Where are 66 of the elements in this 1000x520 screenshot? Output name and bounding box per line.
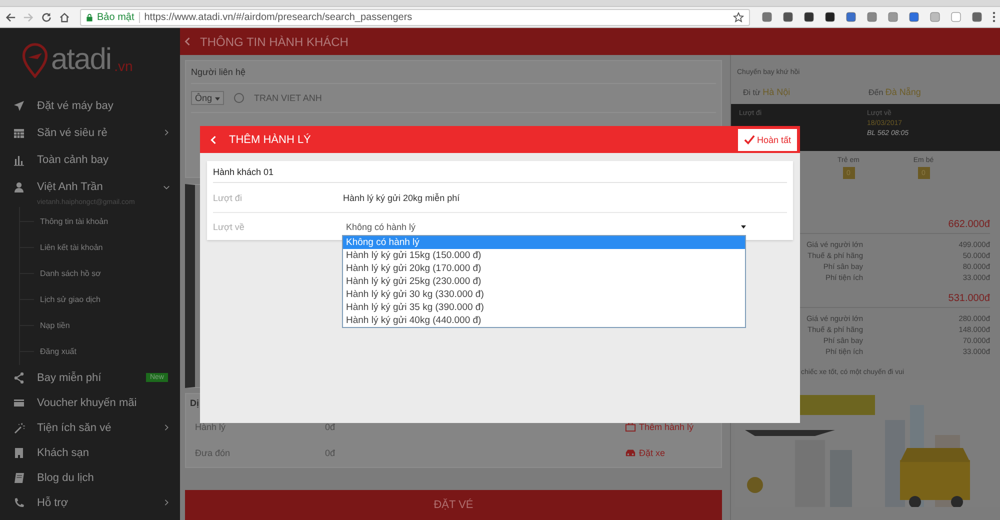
baggage-value: Hành lý ký gửi 20kg miễn phí <box>343 192 460 202</box>
submenu-item[interactable]: Nạp tiền <box>20 312 180 338</box>
page-title: THÔNG TIN HÀNH KHÁCH <box>200 34 348 48</box>
book-icon <box>13 472 25 484</box>
check-icon <box>744 134 755 145</box>
credit-card-icon <box>13 396 25 408</box>
leg-label: Lượt về <box>213 222 246 232</box>
sidebar-item[interactable]: Việt Anh Trần <box>0 176 180 198</box>
home-icon[interactable] <box>59 12 70 23</box>
logo-text: atadi <box>51 43 112 77</box>
sidebar-item[interactable]: Blog du lịch <box>0 465 180 490</box>
dropdown-arrow-icon <box>215 96 220 101</box>
back-chevron-icon[interactable] <box>184 37 191 46</box>
lock-icon <box>86 12 93 22</box>
dropdown-arrow-icon <box>741 224 746 228</box>
submenu-item[interactable]: Đăng xuất <box>20 338 180 364</box>
salutation-select[interactable]: Ông <box>191 91 224 105</box>
sidebar-item[interactable]: Hỗ trợ <box>0 490 180 515</box>
card-title: Người liên hệ <box>191 61 716 84</box>
submenu-item[interactable]: Danh sách hồ sơ <box>20 260 180 286</box>
origin-text: Đi từ Hà Nội <box>743 87 792 97</box>
destination-text: Đến Đà Nẵng <box>868 87 922 97</box>
share-icon <box>13 372 25 384</box>
done-button[interactable]: Hoàn tất <box>738 128 797 150</box>
sidebar-item[interactable]: Săn vé siêu rẻ <box>0 119 180 146</box>
pin-plane-icon <box>22 42 48 78</box>
security-label: Bảo mật <box>97 12 140 23</box>
sidebar-item[interactable]: Tiện ích săn vé <box>0 415 180 440</box>
submenu-item[interactable]: Liên kết tài khoản <box>20 234 180 260</box>
dropdown-option[interactable]: Hành lý ký gửi 15kg (150.000 đ) <box>343 249 745 262</box>
book-button[interactable]: ĐẶT VÉ <box>185 490 722 520</box>
reload-icon[interactable] <box>41 12 52 23</box>
sidebar-item[interactable]: Toàn cảnh bay <box>0 146 180 173</box>
url-text: https://www.atadi.vn/#/airdom/presearch/search_passengers <box>144 12 414 23</box>
submenu-item[interactable]: Lịch sử giao dịch <box>20 286 180 312</box>
star-icon[interactable] <box>733 12 744 23</box>
car-icon <box>625 447 636 458</box>
sidebar-item[interactable]: Khách sạn <box>0 440 180 465</box>
back-icon[interactable] <box>5 12 16 23</box>
menu-icon[interactable] <box>992 11 996 24</box>
user-icon <box>13 181 25 193</box>
leg-label: Lượt đi <box>213 192 243 202</box>
bar-chart-icon <box>13 154 25 166</box>
extension-icon[interactable] <box>803 11 815 24</box>
address-bar[interactable]: Bảo mật https://www.atadi.vn/#/airdom/presearch/search_passengers <box>80 8 750 26</box>
dropdown-option[interactable]: Hành lý ký gửi 25kg (230.000 đ) <box>343 275 745 288</box>
dropdown-option[interactable]: Không có hành lý <box>343 236 745 249</box>
dialog-title: THÊM HÀNH LÝ <box>229 134 312 146</box>
phone-icon <box>13 496 25 508</box>
sidebar-item[interactable]: Đặt vé máy bay <box>0 92 180 119</box>
logo-suffix: .vn <box>114 58 133 74</box>
dropdown-option[interactable]: Hành lý ký gửi 20kg (170.000 đ) <box>343 262 745 275</box>
dropdown-option[interactable]: Hành lý ký gửi 40kg (440.000 đ) <box>343 314 745 327</box>
extension-icon[interactable] <box>782 11 794 24</box>
hotel-icon <box>13 446 25 458</box>
passenger-title: Hành khách 01 <box>213 161 787 183</box>
extension-icon[interactable] <box>824 11 836 24</box>
card-title: Dị <box>190 397 200 410</box>
bag-icon <box>625 421 636 432</box>
magic-wand-icon <box>13 422 25 434</box>
paper-plane-icon <box>13 100 25 112</box>
calendar-icon <box>13 126 25 138</box>
sidebar-item[interactable]: Voucher khuyến mãi <box>0 390 180 415</box>
contact-name: TRAN VIET ANH <box>254 93 322 103</box>
radio-button[interactable] <box>234 93 244 103</box>
submenu-item[interactable]: Thông tin tài khoản <box>20 208 180 234</box>
